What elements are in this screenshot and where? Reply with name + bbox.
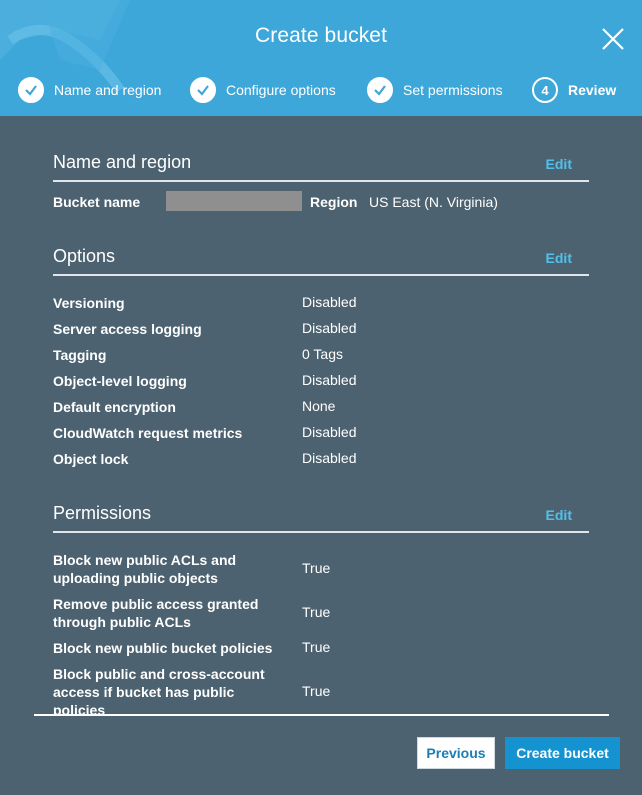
- checkmark-icon: [367, 77, 393, 103]
- checkmark-icon: [18, 77, 44, 103]
- step-label: Configure options: [226, 82, 336, 98]
- option-key: Versioning: [53, 295, 125, 311]
- step-label: Set permissions: [403, 82, 503, 98]
- option-value: None: [302, 398, 336, 414]
- option-value: Disabled: [302, 294, 357, 310]
- review-content: Name and region Edit Bucket name Region …: [0, 116, 642, 716]
- option-key: Server access logging: [53, 321, 202, 337]
- permission-key: Block new public ACLs and uploading publ…: [53, 552, 237, 586]
- permission-key: Block new public bucket policies: [53, 640, 273, 656]
- region-label: Region: [310, 194, 358, 210]
- step-number: 4: [532, 77, 558, 103]
- option-value: Disabled: [302, 320, 357, 336]
- option-key: CloudWatch request metrics: [53, 425, 243, 441]
- option-value: 0 Tags: [302, 346, 343, 362]
- edit-options-link[interactable]: Edit: [546, 250, 572, 266]
- section-options: Options Edit: [53, 246, 589, 276]
- section-title: Name and region: [53, 152, 192, 172]
- create-bucket-button[interactable]: Create bucket: [505, 737, 620, 769]
- permission-value: True: [302, 604, 331, 620]
- permission-value: True: [302, 639, 331, 655]
- modal-title: Create bucket: [254, 24, 388, 47]
- edit-permissions-link[interactable]: Edit: [546, 507, 572, 523]
- bucket-name-value-redacted: [166, 191, 302, 211]
- step-configure-options[interactable]: Configure options: [190, 76, 336, 104]
- step-review[interactable]: 4 Review: [532, 76, 616, 104]
- checkmark-icon: [190, 77, 216, 103]
- modal-header: Create bucket Name and region Configure …: [0, 0, 642, 116]
- section-title: Options: [53, 246, 116, 266]
- section-title: Permissions: [53, 503, 152, 523]
- option-value: Disabled: [302, 424, 357, 440]
- section-permissions: Permissions Edit: [53, 503, 589, 533]
- option-value: Disabled: [302, 372, 357, 388]
- close-icon[interactable]: [600, 26, 626, 52]
- permission-key: Remove public access granted through pub…: [53, 596, 259, 630]
- bucket-name-label: Bucket name: [53, 194, 141, 210]
- option-key: Object-level logging: [53, 373, 187, 389]
- step-name-and-region[interactable]: Name and region: [18, 76, 161, 104]
- region-value: US East (N. Virginia): [369, 194, 498, 210]
- option-key: Tagging: [53, 347, 107, 363]
- previous-button[interactable]: Previous: [417, 737, 495, 769]
- option-key: Object lock: [53, 451, 129, 467]
- permission-value: True: [302, 560, 331, 576]
- option-key: Default encryption: [53, 399, 176, 415]
- step-label: Review: [568, 82, 617, 98]
- footer-divider: [34, 714, 609, 716]
- permission-key: Block public and cross-account access if…: [53, 666, 265, 716]
- permission-value: True: [302, 683, 331, 699]
- edit-name-region-link[interactable]: Edit: [546, 156, 572, 172]
- option-value: Disabled: [302, 450, 357, 466]
- step-set-permissions[interactable]: Set permissions: [367, 76, 503, 104]
- step-label: Name and region: [54, 82, 162, 98]
- section-name-and-region: Name and region Edit: [53, 152, 589, 182]
